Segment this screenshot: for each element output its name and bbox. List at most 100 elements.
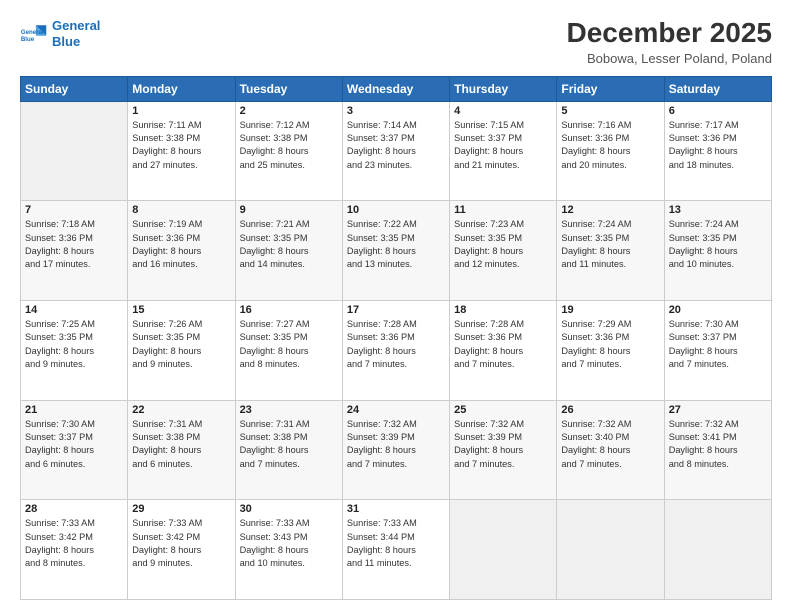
day-info: Sunrise: 7:28 AM Sunset: 3:36 PM Dayligh… [347,318,445,371]
calendar-cell: 10Sunrise: 7:22 AM Sunset: 3:35 PM Dayli… [342,201,449,301]
calendar-week-row: 1 Sunrise: 7:11 AM Sunset: 3:38 PM Daylig… [21,101,772,201]
day-info: Sunrise: 7:19 AM Sunset: 3:36 PM Dayligh… [132,218,230,271]
day-info: Sunrise: 7:33 AM Sunset: 3:44 PM Dayligh… [347,517,445,570]
day-info: Sunrise: 7:30 AM Sunset: 3:37 PM Dayligh… [25,418,123,471]
weekday-header: Monday [128,76,235,101]
day-info: Sunrise: 7:28 AM Sunset: 3:36 PM Dayligh… [454,318,552,371]
day-info: Sunrise: 7:29 AM Sunset: 3:36 PM Dayligh… [561,318,659,371]
calendar-cell: 27 Sunrise: 7:32 AM Sunset: 3:41 PM Dayli… [664,400,771,500]
day-info: Sunrise: 7:12 AM Sunset: 3:38 PM Dayligh… [240,119,338,172]
day-info: Sunrise: 7:31 AM Sunset: 3:38 PM Dayligh… [132,418,230,471]
calendar-cell: 1 Sunrise: 7:11 AM Sunset: 3:38 PM Daylig… [128,101,235,201]
calendar-cell: 15Sunrise: 7:26 AM Sunset: 3:35 PM Dayli… [128,301,235,401]
calendar-cell [450,500,557,600]
calendar-cell: 26Sunrise: 7:32 AM Sunset: 3:40 PM Dayli… [557,400,664,500]
calendar-cell: 28Sunrise: 7:33 AM Sunset: 3:42 PM Dayli… [21,500,128,600]
day-number: 31 [347,503,445,515]
calendar-cell: 11 Sunrise: 7:23 AM Sunset: 3:35 PM Dayli… [450,201,557,301]
calendar-cell: 4 Sunrise: 7:15 AM Sunset: 3:37 PM Daylig… [450,101,557,201]
weekday-header: Thursday [450,76,557,101]
calendar-cell: 22 Sunrise: 7:31 AM Sunset: 3:38 PM Dayli… [128,400,235,500]
calendar-cell: 3Sunrise: 7:14 AM Sunset: 3:37 PM Daylig… [342,101,449,201]
day-number: 8 [132,204,230,216]
weekday-header: Friday [557,76,664,101]
day-info: Sunrise: 7:30 AM Sunset: 3:37 PM Dayligh… [669,318,767,371]
month-title: December 2025 [567,18,772,49]
logo-icon: General Blue [20,20,48,48]
calendar-cell: 8 Sunrise: 7:19 AM Sunset: 3:36 PM Daylig… [128,201,235,301]
weekday-header: Sunday [21,76,128,101]
day-number: 16 [240,304,338,316]
weekday-header: Tuesday [235,76,342,101]
svg-text:General: General [21,29,44,36]
day-info: Sunrise: 7:24 AM Sunset: 3:35 PM Dayligh… [669,218,767,271]
weekday-header: Saturday [664,76,771,101]
logo-line2: Blue [52,34,80,49]
calendar-cell [664,500,771,600]
day-info: Sunrise: 7:23 AM Sunset: 3:35 PM Dayligh… [454,218,552,271]
day-info: Sunrise: 7:14 AM Sunset: 3:37 PM Dayligh… [347,119,445,172]
day-number: 19 [561,304,659,316]
day-info: Sunrise: 7:16 AM Sunset: 3:36 PM Dayligh… [561,119,659,172]
day-number: 18 [454,304,552,316]
logo-line1: General [52,18,100,33]
day-number: 23 [240,404,338,416]
day-number: 24 [347,404,445,416]
calendar-cell: 30 Sunrise: 7:33 AM Sunset: 3:43 PM Dayli… [235,500,342,600]
day-number: 11 [454,204,552,216]
calendar-header-row: SundayMondayTuesdayWednesdayThursdayFrid… [21,76,772,101]
header: General Blue General Blue December 2025 … [20,18,772,66]
day-info: Sunrise: 7:27 AM Sunset: 3:35 PM Dayligh… [240,318,338,371]
day-info: Sunrise: 7:33 AM Sunset: 3:43 PM Dayligh… [240,517,338,570]
day-info: Sunrise: 7:15 AM Sunset: 3:37 PM Dayligh… [454,119,552,172]
day-number: 5 [561,105,659,117]
day-number: 17 [347,304,445,316]
calendar-cell: 9Sunrise: 7:21 AM Sunset: 3:35 PM Daylig… [235,201,342,301]
calendar-cell: 19 Sunrise: 7:29 AM Sunset: 3:36 PM Dayli… [557,301,664,401]
calendar-cell: 16 Sunrise: 7:27 AM Sunset: 3:35 PM Dayli… [235,301,342,401]
day-number: 6 [669,105,767,117]
day-info: Sunrise: 7:24 AM Sunset: 3:35 PM Dayligh… [561,218,659,271]
calendar-cell [557,500,664,600]
calendar-cell: 7Sunrise: 7:18 AM Sunset: 3:36 PM Daylig… [21,201,128,301]
calendar-cell: 17 Sunrise: 7:28 AM Sunset: 3:36 PM Dayli… [342,301,449,401]
calendar-cell: 12 Sunrise: 7:24 AM Sunset: 3:35 PM Dayli… [557,201,664,301]
logo: General Blue General Blue [20,18,100,49]
calendar-week-row: 7Sunrise: 7:18 AM Sunset: 3:36 PM Daylig… [21,201,772,301]
day-number: 27 [669,404,767,416]
svg-text:Blue: Blue [21,36,35,43]
day-number: 1 [132,105,230,117]
day-number: 10 [347,204,445,216]
day-info: Sunrise: 7:31 AM Sunset: 3:38 PM Dayligh… [240,418,338,471]
calendar-cell: 31 Sunrise: 7:33 AM Sunset: 3:44 PM Dayli… [342,500,449,600]
day-number: 25 [454,404,552,416]
day-number: 15 [132,304,230,316]
day-number: 13 [669,204,767,216]
day-number: 21 [25,404,123,416]
calendar-cell: 25 Sunrise: 7:32 AM Sunset: 3:39 PM Dayli… [450,400,557,500]
day-number: 29 [132,503,230,515]
day-number: 20 [669,304,767,316]
page: General Blue General Blue December 2025 … [0,0,792,612]
day-number: 12 [561,204,659,216]
day-number: 9 [240,204,338,216]
day-info: Sunrise: 7:25 AM Sunset: 3:35 PM Dayligh… [25,318,123,371]
weekday-header: Wednesday [342,76,449,101]
day-number: 30 [240,503,338,515]
day-number: 2 [240,105,338,117]
day-info: Sunrise: 7:32 AM Sunset: 3:39 PM Dayligh… [454,418,552,471]
day-number: 4 [454,105,552,117]
calendar-week-row: 28Sunrise: 7:33 AM Sunset: 3:42 PM Dayli… [21,500,772,600]
calendar-week-row: 21 Sunrise: 7:30 AM Sunset: 3:37 PM Dayli… [21,400,772,500]
day-number: 7 [25,204,123,216]
logo-text: General Blue [52,18,100,49]
calendar-cell: 14Sunrise: 7:25 AM Sunset: 3:35 PM Dayli… [21,301,128,401]
calendar-cell: 5 Sunrise: 7:16 AM Sunset: 3:36 PM Daylig… [557,101,664,201]
day-info: Sunrise: 7:33 AM Sunset: 3:42 PM Dayligh… [25,517,123,570]
calendar-cell: 18 Sunrise: 7:28 AM Sunset: 3:36 PM Dayli… [450,301,557,401]
day-number: 22 [132,404,230,416]
day-info: Sunrise: 7:32 AM Sunset: 3:41 PM Dayligh… [669,418,767,471]
calendar-cell [21,101,128,201]
calendar-cell: 2 Sunrise: 7:12 AM Sunset: 3:38 PM Daylig… [235,101,342,201]
day-info: Sunrise: 7:11 AM Sunset: 3:38 PM Dayligh… [132,119,230,172]
